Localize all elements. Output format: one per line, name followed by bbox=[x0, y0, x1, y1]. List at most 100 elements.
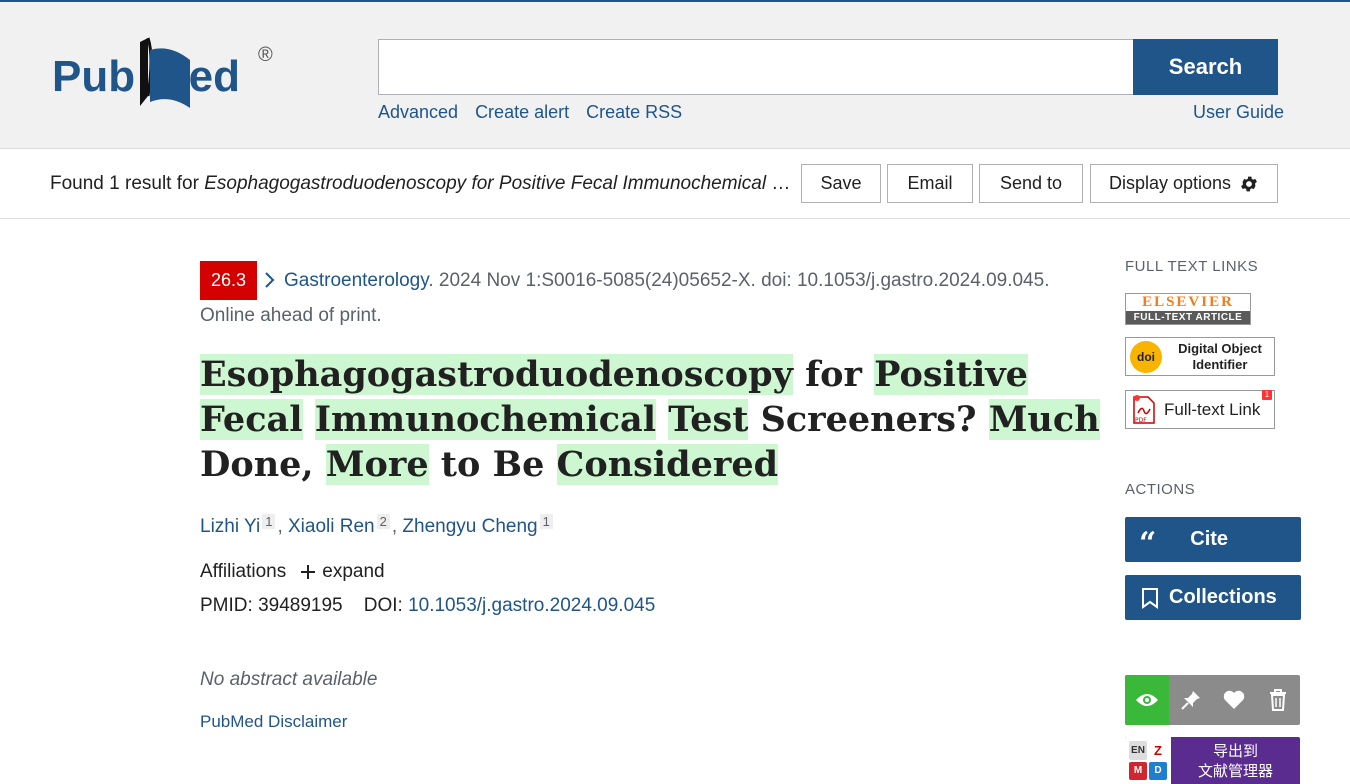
plus-icon bbox=[301, 565, 316, 579]
affiliation-number[interactable]: 1 bbox=[262, 514, 276, 529]
affiliations-label: Affiliations bbox=[200, 561, 287, 582]
title-word: Test bbox=[668, 399, 749, 440]
create-rss-link[interactable]: Create RSS bbox=[586, 102, 682, 123]
elsevier-full-text-link[interactable]: ELSEVIER FULL-TEXT ARTICLE bbox=[1125, 293, 1251, 325]
cite-button[interactable]: “ Cite bbox=[1125, 517, 1301, 562]
email-button[interactable]: Email bbox=[887, 164, 973, 203]
registered-mark: ® bbox=[258, 44, 273, 66]
pubmed-logo[interactable]: Pub Med ® bbox=[52, 36, 292, 116]
found-prefix: Found 1 result for bbox=[50, 173, 205, 194]
display-options-label: Display options bbox=[1108, 173, 1232, 193]
pdf-icon: PDF bbox=[1133, 394, 1155, 424]
trash-icon bbox=[1270, 689, 1287, 711]
search-sublinks: Advanced Create alert Create RSS bbox=[378, 102, 682, 123]
view-tool-button[interactable] bbox=[1125, 675, 1169, 725]
delete-tool-button[interactable] bbox=[1256, 675, 1300, 725]
query-text: Esophagogastroduodenoscopy for Positive … bbox=[204, 173, 792, 194]
search-input[interactable] bbox=[378, 39, 1134, 95]
endnote-icon: EN bbox=[1129, 741, 1147, 760]
extension-toolbar bbox=[1125, 675, 1300, 725]
export-label-line1: 导出到 bbox=[1212, 741, 1258, 760]
author-link[interactable]: Zhengyu Cheng bbox=[402, 516, 537, 537]
chevron-right-icon bbox=[265, 272, 275, 288]
zotero-icon: Z bbox=[1149, 741, 1167, 760]
author-link[interactable]: Lizhi Yi bbox=[200, 516, 260, 537]
user-guide-link[interactable]: User Guide bbox=[1193, 102, 1284, 123]
author-list: Lizhi Yi 1, Xiaoli Ren 2, Zhengyu Cheng 1 bbox=[200, 514, 555, 538]
journal-link[interactable]: Gastroenterology bbox=[284, 270, 428, 291]
affiliation-number[interactable]: 2 bbox=[376, 514, 390, 529]
title-word: Much bbox=[988, 399, 1100, 440]
reference-manager-icons: EN Z M D bbox=[1125, 737, 1171, 784]
pmid-value: 39489195 bbox=[258, 595, 343, 616]
site-header: Pub Med ® Search Advanced Create alert C… bbox=[0, 2, 1350, 149]
bookmark-icon bbox=[1142, 587, 1158, 609]
actions-heading: ACTIONS bbox=[1125, 481, 1196, 498]
title-word: Immunochemical bbox=[314, 399, 657, 440]
notification-badge: 1 bbox=[1262, 390, 1272, 400]
affiliations: Affiliations expand bbox=[200, 561, 385, 583]
affiliation-number[interactable]: 1 bbox=[539, 514, 553, 529]
author-link[interactable]: Xiaoli Ren bbox=[288, 516, 375, 537]
pin-icon bbox=[1180, 691, 1200, 710]
title-word: Screeners? bbox=[760, 399, 977, 440]
impact-factor-badge[interactable]: 26.3 bbox=[200, 261, 257, 300]
citation-line: Gastroenterology. 2024 Nov 1:S0016-5085(… bbox=[284, 270, 1049, 292]
save-button[interactable]: Save bbox=[801, 164, 881, 203]
title-word: to bbox=[440, 444, 481, 485]
logo-text-med: Med bbox=[152, 52, 240, 101]
publication-status: Online ahead of print. bbox=[200, 305, 382, 326]
collections-button[interactable]: Collections bbox=[1125, 575, 1301, 620]
title-word: Considered bbox=[556, 444, 779, 485]
elsevier-logo-text: ELSEVIER bbox=[1142, 294, 1234, 310]
author-separator: , bbox=[277, 516, 288, 537]
pubmed-disclaimer-link[interactable]: PubMed Disclaimer bbox=[200, 712, 347, 732]
create-alert-link[interactable]: Create alert bbox=[475, 102, 569, 123]
cite-label: Cite bbox=[1190, 528, 1229, 550]
pin-tool-button[interactable] bbox=[1169, 675, 1213, 725]
collections-label: Collections bbox=[1169, 586, 1277, 608]
doi-logo-icon: doi bbox=[1130, 340, 1162, 373]
article-identifiers: PMID: 39489195 DOI: 10.1053/j.gastro.202… bbox=[200, 595, 655, 617]
expand-affiliations-button[interactable]: expand bbox=[300, 561, 385, 583]
gear-icon bbox=[1241, 176, 1257, 191]
title-word: for bbox=[805, 354, 862, 395]
citation-details: . 2024 Nov 1:S0016-5085(24)05652-X. doi:… bbox=[428, 270, 1050, 291]
title-word: Fecal bbox=[200, 399, 303, 440]
results-bar: Found 1 result for Esophagogastroduodeno… bbox=[0, 149, 1350, 219]
export-label-line2: 文献管理器 bbox=[1197, 761, 1273, 780]
document-icon: D bbox=[1149, 761, 1167, 780]
title-word: More bbox=[325, 444, 429, 485]
eye-icon bbox=[1135, 694, 1158, 706]
expand-label: expand bbox=[322, 561, 385, 582]
heart-icon bbox=[1224, 690, 1245, 709]
doi-full-text-link[interactable]: doi Digital Object Identifier bbox=[1125, 337, 1275, 376]
elsevier-subtext: FULL-TEXT ARTICLE bbox=[1126, 311, 1250, 324]
doi-link[interactable]: 10.1053/j.gastro.2024.09.045 bbox=[408, 595, 655, 616]
svg-text:PDF: PDF bbox=[1135, 417, 1147, 424]
title-word: Esophagogastroduodenoscopy bbox=[200, 354, 793, 395]
found-results-text: Found 1 result for Esophagogastroduodeno… bbox=[50, 173, 792, 195]
logo-text-pub: Pub bbox=[52, 52, 136, 101]
display-options-button[interactable]: Display options bbox=[1090, 164, 1278, 203]
pmid-label: PMID: bbox=[200, 595, 253, 616]
title-word: Positive bbox=[874, 354, 1028, 395]
full-text-link-button[interactable]: PDF Full-text Link 1 bbox=[1125, 390, 1275, 429]
advanced-link[interactable]: Advanced bbox=[378, 102, 458, 123]
export-to-reference-manager-button[interactable]: EN Z M D 导出到 文献管理器 bbox=[1125, 737, 1300, 784]
full-text-links-heading: FULL TEXT LINKS bbox=[1125, 258, 1259, 275]
doi-link-label: Digital Object Identifier bbox=[1178, 340, 1262, 372]
send-to-button[interactable]: Send to bbox=[979, 164, 1083, 203]
quote-icon: “ bbox=[1139, 526, 1157, 561]
favorite-tool-button[interactable] bbox=[1213, 675, 1257, 725]
mendeley-icon: M bbox=[1129, 761, 1147, 780]
full-text-link-label: Full-text Link bbox=[1164, 399, 1261, 419]
article-title: Esophagogastroduodenoscopy for Positive … bbox=[200, 352, 1100, 487]
doi-label: DOI: bbox=[363, 595, 403, 616]
title-word: Be bbox=[492, 444, 545, 485]
abstract-text: No abstract available bbox=[200, 669, 378, 690]
author-separator: , bbox=[391, 516, 403, 537]
export-label: 导出到 文献管理器 bbox=[1171, 741, 1300, 781]
search-button[interactable]: Search bbox=[1133, 39, 1278, 95]
title-word: Done, bbox=[200, 444, 314, 485]
